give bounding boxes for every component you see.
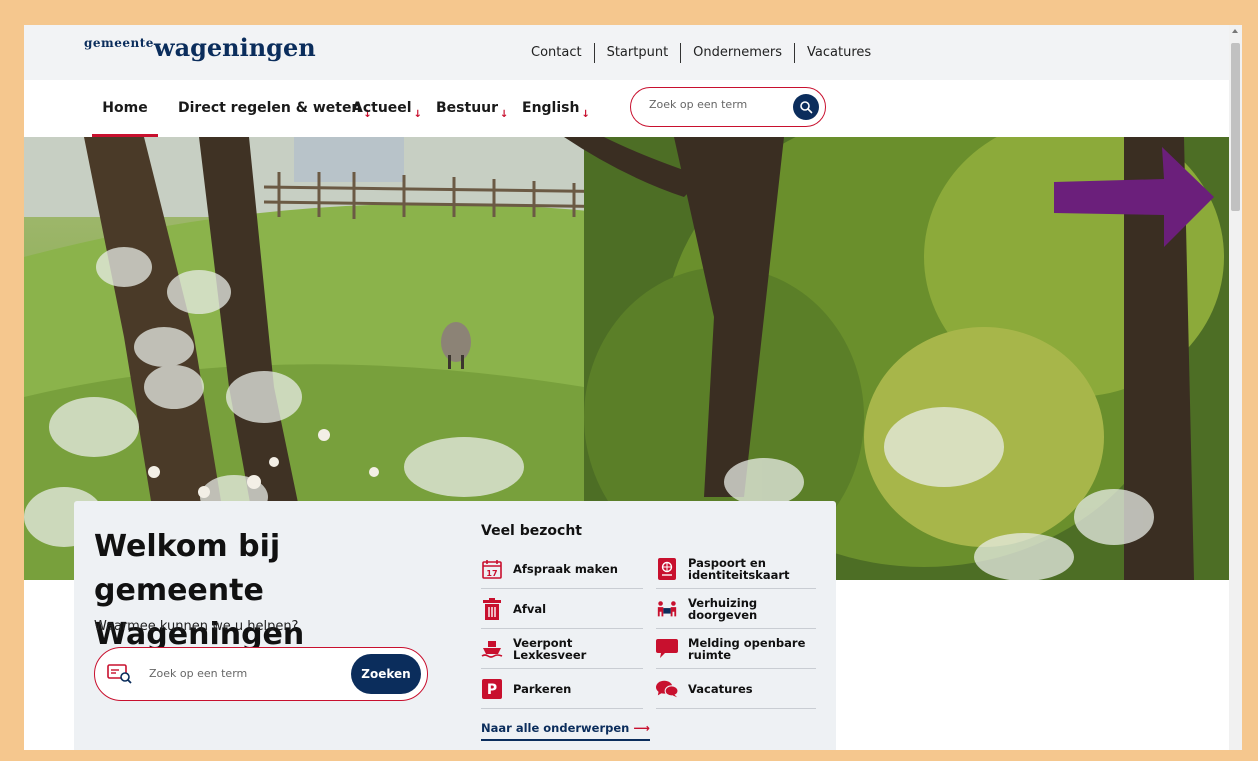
quicklink-vacatures[interactable]: Vacatures [656, 669, 816, 709]
arrow-down-icon: ↓ [413, 109, 422, 120]
welcome-subtitle: Waarmee kunnen we u helpen? [94, 619, 299, 634]
logo-small-text: gemeente [84, 36, 154, 50]
toplink-vacatures[interactable]: Vacatures [794, 43, 883, 63]
all-topics-link[interactable]: Naar alle onderwerpen ⟶ [481, 721, 650, 741]
quicklink-afval[interactable]: Afval [481, 589, 643, 629]
ferry-icon [481, 638, 503, 660]
welcome-card: Welkom bij gemeente Wageningen Waarmee k… [74, 501, 836, 750]
quicklink-label: Veerpont Lexkesveer [513, 635, 587, 662]
nav-item-label: Bestuur [436, 100, 499, 116]
calendar-day: 17 [486, 569, 497, 578]
main-nav: Home Direct regelen & weten ↓ Actueel ↓ Be… [24, 80, 1229, 137]
nav-item-actueel[interactable]: Actueel ↓ [352, 80, 422, 137]
nav-item-bestuur[interactable]: Bestuur ↓ [436, 80, 508, 137]
arrow-down-icon: ↓ [500, 109, 509, 120]
quicklink-parkeren[interactable]: P Parkeren [481, 669, 643, 709]
welcome-title: Welkom bij gemeente Wageningen [94, 529, 305, 652]
all-topics-label: Naar alle onderwerpen [481, 721, 630, 735]
top-bar: gemeentewageningen Contact Startpunt Ond… [24, 25, 1229, 80]
main-search-box: Zoeken [94, 647, 428, 701]
quicklink-label: Parkeren [513, 681, 572, 696]
arrow-down-icon: ↓ [581, 109, 590, 120]
quicklink-label: Paspoort en identiteitskaart [688, 555, 790, 582]
quicklink-label: Melding openbare ruimte [688, 635, 806, 662]
nav-item-home[interactable]: Home [92, 80, 158, 137]
nav-item-english[interactable]: English ↓ [522, 80, 590, 137]
speech-bubble-icon [656, 638, 678, 660]
quicklink-veerpont[interactable]: Veerpont Lexkesveer [481, 629, 643, 669]
quicklink-label: Verhuizing doorgeven [688, 595, 758, 622]
toplink-contact[interactable]: Contact [519, 43, 594, 63]
trash-icon [481, 597, 503, 620]
logo-big-text: wageningen [153, 33, 316, 62]
id-card-search-icon [107, 664, 133, 688]
quicklink-afspraak-maken[interactable]: 17 Afspraak maken [481, 549, 643, 589]
quicklink-verhuizing[interactable]: Verhuizing doorgeven [656, 589, 816, 629]
quicklink-label: Vacatures [688, 681, 753, 696]
nav-search-input[interactable] [647, 97, 781, 112]
search-submit-button[interactable]: Zoeken [351, 654, 421, 694]
nav-item-label: Direct regelen & weten [178, 100, 362, 116]
passport-icon [656, 557, 678, 580]
moving-icon [656, 598, 678, 620]
toplink-startpunt[interactable]: Startpunt [593, 43, 681, 63]
annotation-arrow-icon [1054, 147, 1214, 247]
nav-search-box [630, 87, 826, 127]
main-search-input[interactable] [147, 666, 331, 681]
scrollbar-thumb[interactable] [1231, 43, 1240, 211]
nav-item-label: Actueel [352, 100, 412, 116]
nav-search-button[interactable] [793, 94, 819, 120]
quicklink-label: Afspraak maken [513, 561, 618, 576]
quicklink-paspoort[interactable]: Paspoort en identiteitskaart [656, 549, 816, 589]
nav-item-direct-regelen[interactable]: Direct regelen & weten ↓ [178, 80, 372, 137]
parking-letter: P [487, 682, 497, 698]
chat-bubbles-icon [656, 678, 678, 700]
nav-item-label: Home [102, 100, 148, 116]
top-links: Contact Startpunt Ondernemers Vacatures [519, 43, 883, 63]
nav-item-label: English [522, 100, 580, 116]
calendar-icon: 17 [481, 558, 503, 580]
arrow-right-icon: ⟶ [633, 721, 650, 735]
scroll-up-arrow-icon[interactable] [1232, 29, 1238, 33]
quicklink-label: Afval [513, 601, 547, 616]
browser-viewport: gemeentewageningen Contact Startpunt Ond… [24, 25, 1242, 750]
veel-bezocht-title: Veel bezocht [481, 523, 582, 539]
vertical-scrollbar[interactable] [1229, 25, 1242, 750]
quicklink-melding[interactable]: Melding openbare ruimte [656, 629, 816, 669]
toplink-ondernemers[interactable]: Ondernemers [680, 43, 794, 63]
search-icon [800, 101, 813, 114]
site-logo[interactable]: gemeentewageningen [84, 33, 316, 62]
parking-icon: P [481, 678, 503, 700]
